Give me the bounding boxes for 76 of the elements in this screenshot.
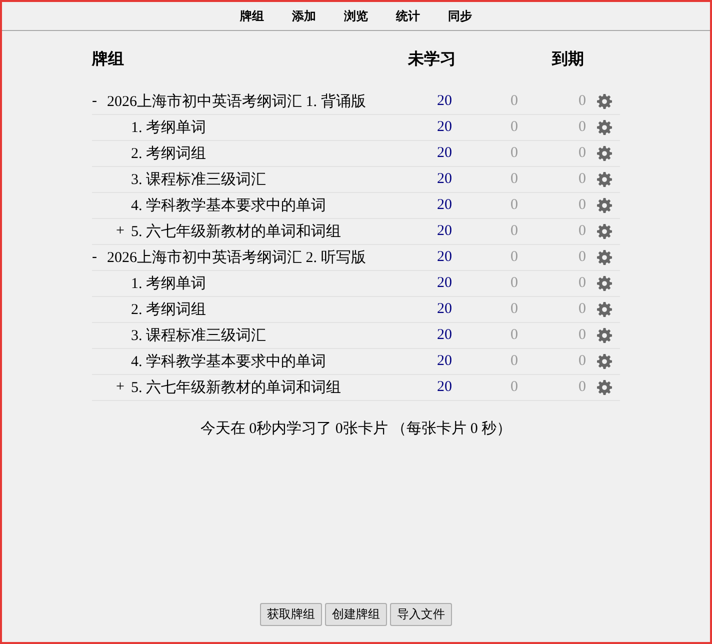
deck-name[interactable]: 3. 课程标准三级词汇	[131, 326, 266, 345]
learn-count: 0	[510, 119, 518, 136]
learn-count: 0	[510, 275, 518, 292]
due-count: 0	[578, 249, 586, 266]
deck-action-button[interactable]: 获取牌组	[260, 603, 322, 626]
settings-icon[interactable]	[597, 276, 612, 291]
deck-name[interactable]: 4. 学科教学基本要求中的单词	[131, 352, 326, 371]
deck-name[interactable]: 4. 学科教学基本要求中的单词	[131, 196, 326, 215]
toolbar-link[interactable]: 统计	[395, 8, 421, 24]
due-count: 0	[578, 301, 586, 318]
due-count: 0	[578, 379, 586, 396]
new-count: 20	[436, 223, 452, 240]
learn-count: 0	[510, 379, 518, 396]
settings-icon[interactable]	[597, 172, 612, 187]
expand-toggle[interactable]: -	[92, 249, 107, 266]
settings-icon[interactable]	[597, 224, 612, 239]
new-count: 20	[436, 119, 452, 136]
expand-toggle[interactable]: +	[116, 223, 131, 240]
due-count: 0	[578, 223, 586, 240]
new-count: 20	[436, 275, 452, 292]
learn-count: 0	[510, 171, 518, 188]
new-count: 20	[436, 301, 452, 318]
new-count: 20	[436, 197, 452, 214]
settings-icon[interactable]	[597, 94, 612, 109]
learn-count: 0	[510, 145, 518, 162]
due-count: 0	[578, 145, 586, 162]
new-count: 20	[436, 327, 452, 344]
new-count: 20	[436, 171, 452, 188]
deck-action-button[interactable]: 导入文件	[390, 603, 452, 626]
learn-count: 0	[510, 249, 518, 266]
deck-name[interactable]: 5. 六七年级新教材的单词和词组	[131, 378, 341, 397]
toolbar-link[interactable]: 同步	[447, 8, 473, 24]
deck-name[interactable]: 2. 考纲词组	[131, 144, 206, 163]
learn-count: 0	[510, 353, 518, 370]
column-header: 牌组	[92, 50, 125, 70]
toolbar-link[interactable]: 牌组	[239, 8, 265, 24]
column-header: 未学习	[406, 50, 457, 70]
settings-icon[interactable]	[597, 328, 612, 343]
settings-icon[interactable]	[597, 198, 612, 213]
new-count: 20	[436, 145, 452, 162]
new-count: 20	[436, 353, 452, 370]
new-count: 20	[436, 379, 452, 396]
column-header: 到期	[550, 50, 585, 70]
due-count: 0	[578, 275, 586, 292]
learn-count: 0	[510, 327, 518, 344]
due-count: 0	[578, 93, 586, 110]
new-count: 20	[436, 249, 452, 266]
learn-count: 0	[510, 197, 518, 214]
learn-count: 0	[510, 93, 518, 110]
due-count: 0	[578, 197, 586, 214]
learn-count: 0	[510, 301, 518, 318]
due-count: 0	[578, 327, 586, 344]
deck-name[interactable]: 2026上海市初中英语考纲词汇 1. 背诵版	[107, 92, 366, 111]
toolbar-link[interactable]: 浏览	[343, 8, 369, 24]
learn-count: 0	[510, 223, 518, 240]
settings-icon[interactable]	[597, 354, 612, 369]
expand-toggle[interactable]: +	[116, 379, 131, 396]
deck-name[interactable]: 2. 考纲词组	[131, 300, 206, 319]
due-count: 0	[578, 171, 586, 188]
deck-name[interactable]: 1. 考纲单词	[131, 118, 206, 137]
deck-name[interactable]: 1. 考纲单词	[131, 274, 206, 293]
due-count: 0	[578, 119, 586, 136]
settings-icon[interactable]	[597, 380, 612, 395]
deck-action-button[interactable]: 创建牌组	[325, 603, 387, 626]
deck-name[interactable]: 2026上海市初中英语考纲词汇 2. 听写版	[107, 248, 366, 267]
deck-name[interactable]: 3. 课程标准三级词汇	[131, 170, 266, 189]
study-stats: 今天在 0秒内学习了 0张卡片 （每张卡片 0 秒）	[199, 420, 513, 438]
settings-icon[interactable]	[597, 120, 612, 135]
deck-name[interactable]: 5. 六七年级新教材的单词和词组	[131, 222, 341, 241]
expand-toggle[interactable]: -	[92, 93, 107, 110]
settings-icon[interactable]	[597, 302, 612, 317]
settings-icon[interactable]	[597, 250, 612, 265]
toolbar-link[interactable]: 添加	[291, 8, 317, 24]
due-count: 0	[578, 353, 586, 370]
new-count: 20	[436, 93, 452, 110]
settings-icon[interactable]	[597, 146, 612, 161]
